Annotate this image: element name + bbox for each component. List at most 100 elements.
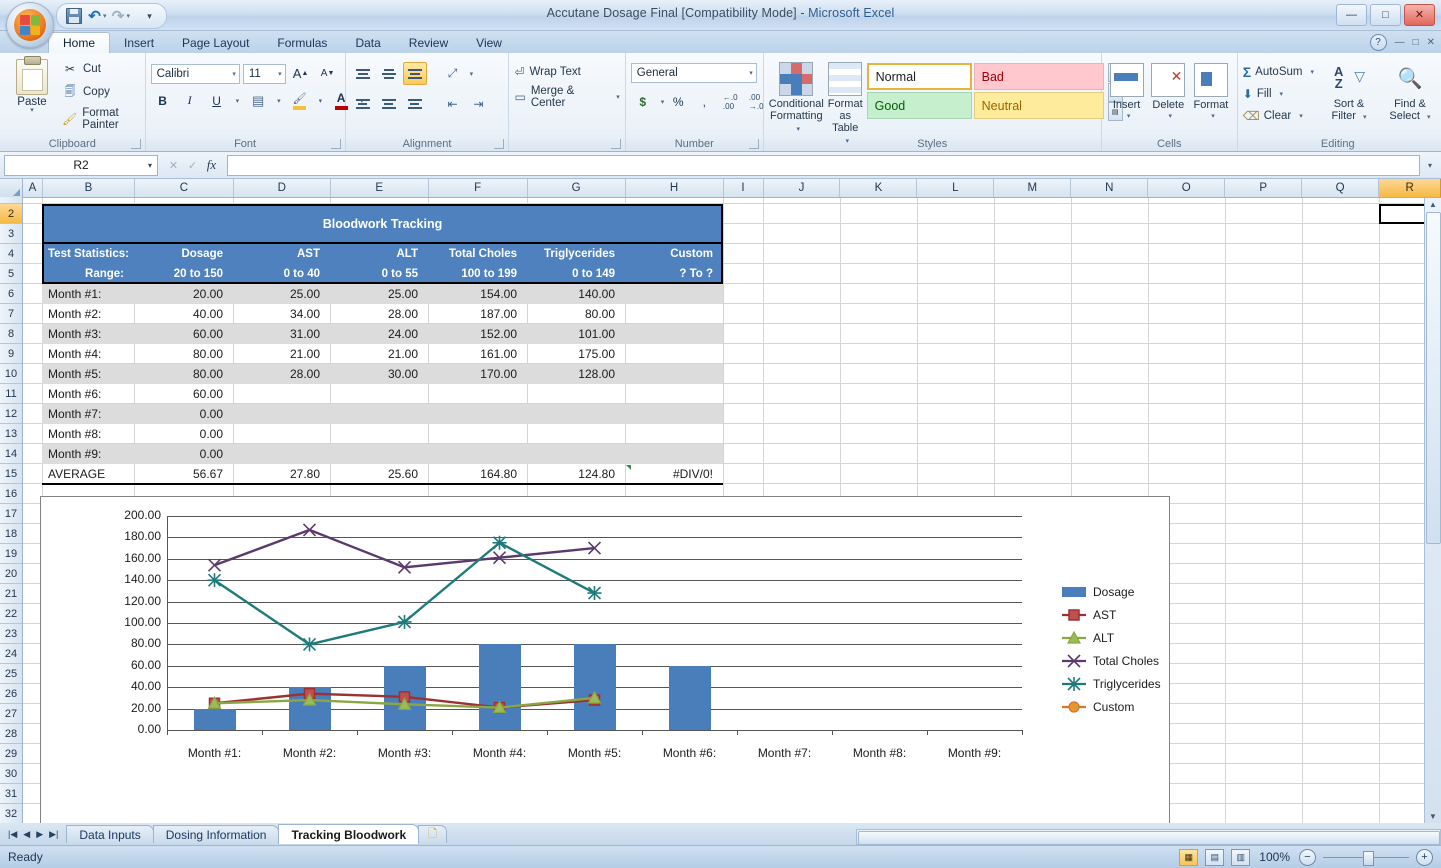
table-cell-dosage[interactable]: 40.00: [134, 304, 233, 324]
scroll-down-icon[interactable]: ▼: [1425, 809, 1441, 823]
row-header-32[interactable]: 32: [0, 804, 22, 823]
scroll-up-icon[interactable]: ▲: [1425, 197, 1441, 211]
row-header-3[interactable]: 3: [0, 224, 22, 244]
table-row-label[interactable]: Month #6:: [42, 384, 134, 404]
table-cell-trig[interactable]: [527, 444, 625, 464]
column-header-j[interactable]: J: [764, 179, 841, 197]
vertical-scroll-thumb[interactable]: [1426, 212, 1441, 544]
table-cell-dosage[interactable]: 80.00: [134, 344, 233, 364]
column-header-g[interactable]: G: [528, 179, 626, 197]
sheet-tab-tracking-bloodwork[interactable]: Tracking Bloodwork: [278, 824, 420, 844]
average-cell-custom[interactable]: #DIV/0!: [625, 464, 723, 484]
row-header-4[interactable]: 4: [0, 244, 22, 264]
fill-color-button[interactable]: 🖌: [288, 89, 312, 112]
column-header-i[interactable]: I: [724, 179, 764, 197]
cell-style-good[interactable]: Good: [866, 92, 972, 119]
orientation-button[interactable]: ⤢: [441, 62, 465, 85]
delete-cells-button[interactable]: ✕ Delete ▾: [1148, 60, 1188, 123]
column-header-n[interactable]: N: [1071, 179, 1149, 197]
table-cell-custom[interactable]: [625, 324, 723, 344]
formula-input[interactable]: [227, 154, 1420, 176]
row-header-8[interactable]: 8: [0, 324, 22, 344]
comma-button[interactable]: ,: [692, 90, 716, 113]
align-top-button[interactable]: [351, 62, 375, 85]
table-cell-trig[interactable]: [527, 384, 625, 404]
average-cell-alt[interactable]: 25.60: [330, 464, 428, 484]
cell-style-normal[interactable]: Normal: [866, 63, 972, 90]
name-box[interactable]: R2 ▾: [4, 154, 158, 176]
zoom-in-button[interactable]: +: [1416, 848, 1433, 866]
sort-filter-dropdown-icon[interactable]: ▾: [1359, 114, 1367, 121]
column-header-h[interactable]: H: [626, 179, 724, 197]
table-cell-trig[interactable]: 101.00: [527, 324, 625, 344]
insert-cells-button[interactable]: Insert ▾: [1107, 60, 1147, 123]
wrap-text-button[interactable]: ⏎ Wrap Text: [514, 65, 619, 79]
table-cell-dosage[interactable]: 0.00: [134, 444, 233, 464]
column-header-o[interactable]: O: [1148, 179, 1226, 197]
table-row-label[interactable]: Month #1:: [42, 284, 134, 304]
number-dialog-launcher-icon[interactable]: [748, 139, 759, 149]
redo-dropdown-icon[interactable]: ▾: [127, 12, 131, 20]
bloodwork-chart[interactable]: 0.00 20.00 40.00 60.00 80.00 100.00 120.00 140.…: [40, 496, 1170, 823]
ribbon-restore-icon[interactable]: □: [1413, 37, 1419, 48]
table-cell-choles[interactable]: 187.00: [428, 304, 527, 324]
office-button[interactable]: [6, 2, 54, 48]
table-cell-ast[interactable]: [233, 384, 330, 404]
normal-view-icon[interactable]: ▦: [1179, 848, 1199, 866]
sheet-tab-dosing-information[interactable]: Dosing Information: [152, 825, 280, 843]
decrease-indent-button[interactable]: ⇤: [441, 92, 465, 115]
column-header-k[interactable]: K: [840, 179, 918, 197]
row-header-6[interactable]: 6: [0, 284, 22, 304]
borders-button[interactable]: ▤: [246, 89, 270, 112]
horizontal-scrollbar[interactable]: [856, 829, 1441, 845]
row-header-5[interactable]: 5: [0, 264, 22, 284]
undo-dropdown-icon[interactable]: ▾: [103, 12, 107, 20]
zoom-slider-thumb[interactable]: [1363, 850, 1374, 866]
close-button[interactable]: ✕: [1404, 4, 1435, 26]
tab-view[interactable]: View: [462, 33, 516, 53]
row-header-14[interactable]: 14: [0, 444, 22, 464]
table-cell-alt[interactable]: 21.00: [330, 344, 428, 364]
minimize-button[interactable]: —: [1336, 4, 1367, 26]
row-header-19[interactable]: 19: [0, 544, 22, 564]
first-sheet-icon[interactable]: |◀: [8, 829, 17, 840]
find-select-button[interactable]: 🔍 Find & Select ▾: [1384, 61, 1436, 127]
format-as-table-button[interactable]: Format as Table ▾: [828, 59, 863, 148]
row-header-12[interactable]: 12: [0, 404, 22, 424]
table-row-label[interactable]: Month #4:: [42, 344, 134, 364]
row-header-27[interactable]: 27: [0, 704, 22, 724]
table-cell-custom[interactable]: [625, 304, 723, 324]
row-header-7[interactable]: 7: [0, 304, 22, 324]
column-header-c[interactable]: C: [135, 179, 234, 197]
sort-filter-button[interactable]: AZ ▽ Sort & Filter ▾: [1324, 61, 1374, 127]
column-header-r[interactable]: R: [1379, 179, 1441, 197]
enter-formula-icon[interactable]: ✓: [184, 157, 201, 174]
table-cell-dosage[interactable]: 20.00: [134, 284, 233, 304]
vertical-scrollbar[interactable]: ▲ ▼: [1424, 197, 1441, 823]
clipboard-dialog-launcher-icon[interactable]: [130, 139, 141, 149]
paste-dropdown-icon[interactable]: ▾: [6, 107, 58, 114]
maximize-button[interactable]: □: [1370, 4, 1401, 26]
select-all-button[interactable]: [0, 179, 23, 197]
row-header-18[interactable]: 18: [0, 524, 22, 544]
row-header-31[interactable]: 31: [0, 784, 22, 804]
table-cell-ast[interactable]: 31.00: [233, 324, 330, 344]
percent-button[interactable]: %: [666, 90, 690, 113]
borders-dropdown-icon[interactable]: ▾: [273, 97, 281, 105]
insert-function-icon[interactable]: fx: [203, 157, 220, 174]
table-cell-alt[interactable]: [330, 384, 428, 404]
row-header-1[interactable]: [0, 197, 22, 204]
row-header-30[interactable]: 30: [0, 764, 22, 784]
horizontal-scroll-thumb[interactable]: [858, 831, 1440, 845]
merge-dropdown-icon[interactable]: ▾: [612, 93, 620, 101]
table-cell-dosage[interactable]: 80.00: [134, 364, 233, 384]
table-cell-choles[interactable]: 170.00: [428, 364, 527, 384]
average-cell-trig[interactable]: 124.80: [527, 464, 625, 484]
italic-button[interactable]: I: [178, 89, 202, 112]
column-header-d[interactable]: D: [234, 179, 331, 197]
average-cell-dosage[interactable]: 56.67: [134, 464, 233, 484]
formula-bar-expand-icon[interactable]: ▾: [1423, 161, 1437, 170]
table-row-label[interactable]: Month #5:: [42, 364, 134, 384]
number-format-combo[interactable]: General ▾: [630, 63, 757, 83]
row-header-20[interactable]: 20: [0, 564, 22, 584]
